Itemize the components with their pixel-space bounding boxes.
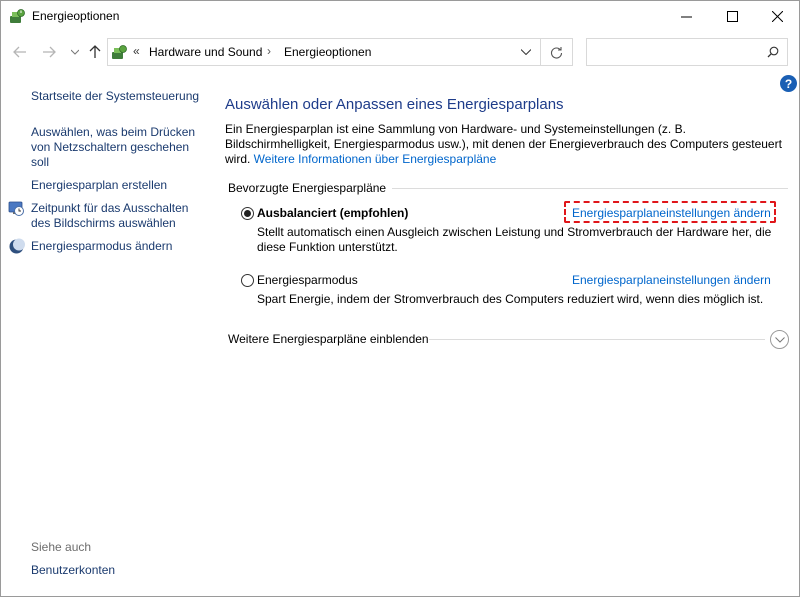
sidebar-item-bildschirm-ausschalten[interactable]: Zeitpunkt für das Ausschalten des Bildsc…: [31, 201, 206, 231]
maximize-icon: [726, 11, 738, 22]
plan-power-saver-radio[interactable]: [241, 274, 254, 287]
see-also-heading: Siehe auch: [31, 540, 92, 554]
maximize-button[interactable]: [709, 1, 755, 32]
sidebar-item-netzschalter[interactable]: Auswählen, was beim Drücken von Netzscha…: [31, 125, 206, 170]
recent-locations-button[interactable]: [65, 42, 85, 62]
arrow-left-icon: [13, 46, 26, 58]
sidebar-item-startseite[interactable]: Startseite der Systemsteuerung: [31, 89, 206, 104]
arrow-up-icon: [89, 45, 101, 58]
monitor-clock-icon: [8, 201, 24, 216]
arrow-right-icon: [43, 46, 56, 58]
address-bar[interactable]: « Hardware und Sound › Energieoptionen: [107, 38, 541, 66]
sidebar-item-plan-erstellen[interactable]: Energiesparplan erstellen: [31, 178, 206, 193]
title-bar: Energieoptionen: [1, 1, 799, 32]
chevron-down-icon: [521, 49, 531, 55]
page-title: Auswählen oder Anpassen eines Energiespa…: [225, 96, 564, 113]
control-panel-window: Energieoptionen « Hardware und Sound › E…: [0, 0, 800, 597]
help-icon[interactable]: ?: [780, 75, 797, 92]
breadcrumb-separator[interactable]: ›: [267, 44, 271, 58]
close-button[interactable]: [754, 1, 800, 32]
chevron-down-icon: [71, 49, 79, 55]
highlight-annotation: [564, 201, 776, 223]
show-more-plans-label[interactable]: Weitere Energiesparpläne einblenden: [228, 332, 429, 346]
search-icon: [767, 46, 779, 58]
more-plans-divider: [429, 339, 765, 340]
search-input[interactable]: [586, 38, 788, 66]
moon-icon: [9, 238, 25, 254]
sidebar-item-energiesparmodus[interactable]: Energiesparmodus ändern: [31, 239, 206, 254]
minimize-button[interactable]: [663, 1, 709, 32]
plan-balanced-radio[interactable]: [241, 207, 254, 220]
plan-balanced-description: Stellt automatisch einen Ausgleich zwisc…: [257, 225, 772, 254]
back-button[interactable]: [10, 42, 30, 62]
plan-power-saver-name[interactable]: Energiesparmodus: [257, 273, 358, 287]
window-title: Energieoptionen: [32, 9, 120, 23]
address-dropdown-button[interactable]: [516, 45, 536, 59]
more-info-link[interactable]: Weitere Informationen über Energiesparpl…: [254, 152, 497, 166]
chevron-down-icon: [774, 336, 785, 343]
see-also-benutzerkonten-link[interactable]: Benutzerkonten: [31, 563, 115, 577]
plan-power-saver-settings-link[interactable]: Energiesparplaneinstellungen ändern: [572, 273, 771, 287]
minimize-icon: [680, 16, 692, 18]
power-options-icon: [10, 9, 25, 23]
expand-more-plans-button[interactable]: [770, 330, 789, 349]
navigation-bar: « Hardware und Sound › Energieoptionen: [1, 32, 799, 72]
forward-button[interactable]: [39, 42, 59, 62]
plan-balanced-name[interactable]: Ausbalanciert (empfohlen): [257, 206, 408, 220]
up-button[interactable]: [85, 42, 105, 62]
preferred-plans-heading: Bevorzugte Energiesparpläne: [228, 181, 393, 195]
close-icon: [771, 11, 783, 22]
refresh-button[interactable]: [541, 38, 573, 66]
address-overflow[interactable]: «: [133, 44, 140, 58]
intro-text: Ein Energiesparplan ist eine Sammlung vo…: [225, 122, 785, 167]
plan-power-saver-description: Spart Energie, indem der Stromverbrauch …: [257, 292, 764, 306]
power-options-icon: [112, 45, 127, 59]
breadcrumb-energieoptionen[interactable]: Energieoptionen: [284, 45, 371, 59]
breadcrumb-hardware-und-sound[interactable]: Hardware und Sound: [149, 45, 262, 59]
refresh-icon: [550, 46, 563, 58]
